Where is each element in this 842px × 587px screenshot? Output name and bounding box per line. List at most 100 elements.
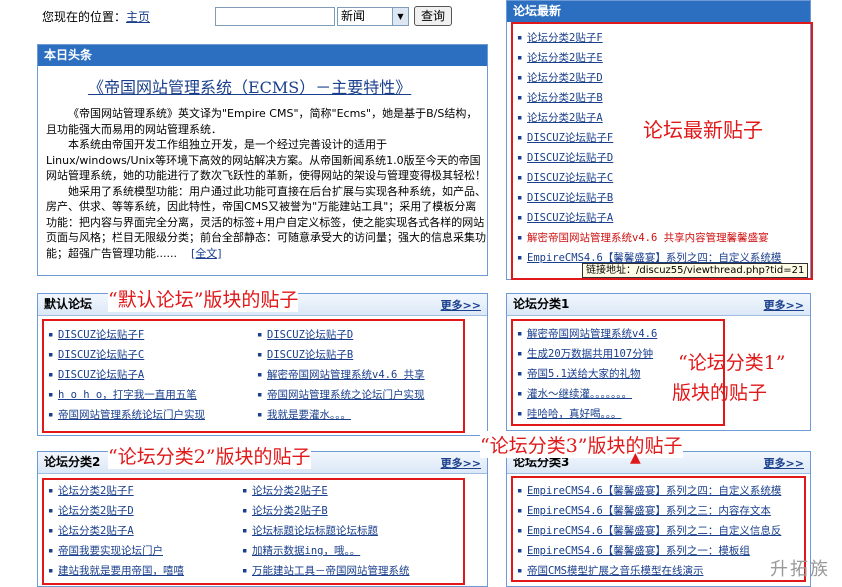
post-link[interactable]: 论坛标题论坛标题论坛标题 [252,525,378,537]
post-link[interactable]: DISCUZ论坛贴子B [527,192,613,204]
list-item: 帝国网站管理系统论坛门户实现 [48,405,205,425]
post-link[interactable]: 论坛分类2贴子B [527,92,603,104]
list-item: DISCUZ论坛贴子B [257,345,425,365]
list-item: EmpireCMS4.6【馨馨盛宴】系列之四：自定义系统模 [517,481,781,501]
article-body: 《帝国网站管理系统》英文译为"Empire CMS"，简称"Ecms"，她是基于… [46,106,486,261]
post-link[interactable]: 帝国我要实现论坛门户 [58,545,163,557]
post-link[interactable]: h o h o，打字我一直用五笔 [58,389,197,401]
forum-cat2-note: “论坛分类2”版块的贴子 [108,442,311,469]
post-link[interactable]: DISCUZ论坛贴子B [267,349,353,361]
forum-cat3-more-link[interactable]: 更多>> [764,455,804,471]
list-item: 论坛分类2贴子B [242,501,410,521]
post-link[interactable]: 灌水～继续灌。。。。。。。 [527,388,632,400]
list-item: 万能建站工具－帝国网站管理系统 [242,561,410,581]
default-forum-note: “默认论坛”版块的贴子 [108,285,299,312]
post-link[interactable]: 帝国网站管理系统之论坛门户实现 [267,389,425,401]
post-link[interactable]: 生成20万数据共用107分钟 [527,348,653,360]
post-link[interactable]: 论坛分类2贴子B [252,505,328,517]
list-item: 论坛分类2贴子D [48,501,184,521]
post-link[interactable]: 论坛分类2贴子A [527,112,603,124]
list-item: 论坛分类2贴子F [517,28,781,48]
list-item: 帝国我要实现论坛门户 [48,541,184,561]
post-link[interactable]: DISCUZ论坛贴子F [58,329,144,341]
post-link[interactable]: EmpireCMS4.6【馨馨盛宴】系列之三：内容存文本 [527,505,771,517]
post-link[interactable]: EmpireCMS4.6【馨馨盛宴】系列之四：自定义系统模 [527,485,781,497]
list-item: 论坛分类2贴子E [242,481,410,501]
forum-latest-list: 论坛分类2贴子F 论坛分类2贴子E 论坛分类2贴子D 论坛分类2贴子B 论坛分类… [517,28,781,268]
list-item: DISCUZ论坛贴子C [517,168,781,188]
full-text-link[interactable]: [全文] [191,247,222,260]
list-item: DISCUZ论坛贴子B [517,188,781,208]
list-item: 解密帝国网站管理系统v4.6 [517,324,657,344]
list-item: 加精示数据ing，哦。。 [242,541,410,561]
post-link[interactable]: EmpireCMS4.6【馨馨盛宴】系列之二：自定义信息反 [527,525,781,537]
link-tooltip: 链接地址：/discuz55/viewthread.php?tid=21 [582,263,809,278]
search-input[interactable] [215,7,335,26]
list-item: DISCUZ论坛贴子A [48,365,205,385]
post-link[interactable]: EmpireCMS4.6【馨馨盛宴】系列之一：模板组 [527,545,750,557]
chevron-down-icon[interactable]: ▼ [392,8,408,25]
forum-cat2-more-link[interactable]: 更多>> [441,455,481,471]
post-link[interactable]: 论坛分类2贴子F [58,485,134,497]
forum-cat1-more-link[interactable]: 更多>> [764,297,804,313]
post-link[interactable]: DISCUZ论坛贴子F [527,132,613,144]
post-link[interactable]: 论坛分类2贴子E [527,52,603,64]
forum-cat1-list: 解密帝国网站管理系统v4.6 生成20万数据共用107分钟 帝国5.1送给大家的… [517,324,657,424]
post-link[interactable]: DISCUZ论坛贴子D [267,329,353,341]
post-link[interactable]: DISCUZ论坛贴子A [58,369,144,381]
home-link[interactable]: 主页 [126,10,150,24]
list-item: 建站我就是要用帝国，嘻嘻 [48,561,184,581]
forum-cat1-note: “论坛分类1” [678,352,786,374]
article-paragraph-text: 她采用了系统模型功能：用户通过此功能可直接在后台扩展与实现各种系统，如产品、房产… [46,184,486,260]
list-item: 帝国5.1送给大家的礼物 [517,364,657,384]
post-link[interactable]: 解密帝国网站管理系统v4.6 [527,328,657,340]
post-link[interactable]: 解密帝国网站管理系统v4.6 共享内容管理馨馨盛宴 [527,232,769,244]
post-link[interactable]: 论坛分类2贴子F [527,32,603,44]
post-link[interactable]: DISCUZ论坛贴子C [58,349,144,361]
category-select-value: 新闻 [341,9,366,23]
watermark-logo: 升拓族 [770,559,830,580]
forum-cat1-note-2: 版块的贴子 [672,382,768,404]
headline-link[interactable]: 《帝国网站管理系统（ECMS）－主要特性》 [88,74,411,98]
list-item: 论坛分类2贴子F [48,481,184,501]
list-item: 论坛分类2贴子B [517,88,781,108]
post-link[interactable]: 哇哈哈，真好喝。。。 [527,408,622,420]
list-item: 论坛分类2贴子D [517,68,781,88]
list-item: EmpireCMS4.6【馨馨盛宴】系列之二：自定义信息反 [517,521,781,541]
article-paragraph: 她采用了系统模型功能：用户通过此功能可直接在后台扩展与实现各种系统，如产品、房产… [46,184,486,262]
post-link[interactable]: 建站我就是要用帝国，嘻嘻 [58,565,184,577]
list-item: 帝国CMS模型扩展之音乐模型在线演示 [517,561,781,581]
default-forum-more-link[interactable]: 更多>> [441,297,481,313]
post-link[interactable]: 帝国CMS模型扩展之音乐模型在线演示 [527,565,703,577]
post-link[interactable]: DISCUZ论坛贴子A [527,212,613,224]
arrow-up-icon: ▲ [630,450,641,466]
post-link[interactable]: 万能建站工具－帝国网站管理系统 [252,565,410,577]
post-link[interactable]: 论坛分类2贴子A [58,525,134,537]
list-item: 灌水～继续灌。。。。。。。 [517,384,657,404]
list-item: DISCUZ论坛贴子A [517,208,781,228]
list-item: 解密帝国网站管理系统v4.6 共享 [257,365,425,385]
list-item: 帝国网站管理系统之论坛门户实现 [257,385,425,405]
post-link[interactable]: DISCUZ论坛贴子C [527,172,613,184]
post-link[interactable]: 帝国网站管理系统论坛门户实现 [58,409,205,421]
headline-box-title: 本日头条 [38,45,487,66]
post-link[interactable]: 论坛分类2贴子D [527,72,603,84]
post-link[interactable]: 论坛分类2贴子E [252,485,328,497]
list-item: EmpireCMS4.6【馨馨盛宴】系列之一：模板组 [517,541,781,561]
list-item: 我就是要灌水。。。 [257,405,425,425]
post-link[interactable]: 解密帝国网站管理系统v4.6 共享 [267,369,425,381]
post-link[interactable]: 论坛分类2贴子D [58,505,134,517]
forum-latest-title: 论坛最新 [507,1,810,22]
list-item: 解密帝国网站管理系统v4.6 共享内容管理馨馨盛宴 [517,228,781,248]
list-item: 生成20万数据共用107分钟 [517,344,657,364]
post-link[interactable]: 加精示数据ing，哦。。 [252,545,360,557]
query-button[interactable]: 查询 [414,6,452,26]
post-link[interactable]: 我就是要灌水。。。 [267,409,351,421]
post-link[interactable]: DISCUZ论坛贴子D [527,152,613,164]
forum-cat2-list-right: 论坛分类2贴子E 论坛分类2贴子B 论坛标题论坛标题论坛标题 加精示数据ing，… [242,481,410,581]
list-item: 论坛分类2贴子E [517,48,781,68]
list-item: 论坛标题论坛标题论坛标题 [242,521,410,541]
post-link[interactable]: 帝国5.1送给大家的礼物 [527,368,640,380]
category-select[interactable]: 新闻 ▼ [337,7,409,26]
list-item: h o h o，打字我一直用五笔 [48,385,205,405]
